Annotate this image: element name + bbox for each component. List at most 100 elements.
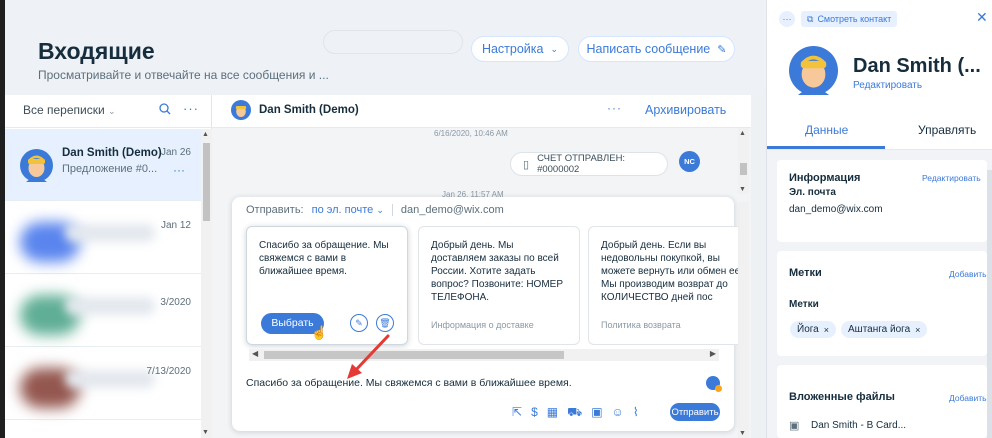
message-composer: Отправить: по эл. почте ⌄ dan_demo@wix.c… <box>232 197 738 431</box>
avatar <box>231 100 251 120</box>
message-timestamp: 6/16/2020, 10:46 AM <box>434 129 508 138</box>
share-icon[interactable]: ⇱ <box>512 405 522 421</box>
add-file-link[interactable]: Добавить <box>949 393 987 403</box>
panel-scrollbar[interactable] <box>987 170 992 438</box>
page-header: Входящие Просматривайте и отвечайте на в… <box>5 0 765 95</box>
conversation-preview: Предложение #0... <box>62 163 158 175</box>
quick-reply-card[interactable]: Спасибо за обращение. Мы свяжемся с вами… <box>246 226 408 345</box>
edit-icon: ✎ <box>717 43 727 56</box>
image-file-icon: ▣ <box>789 420 800 432</box>
scroll-down-arrow[interactable]: ▼ <box>739 186 746 193</box>
scroll-left-arrow[interactable]: ◀ <box>252 349 258 358</box>
emoji-icon[interactable]: ☺ <box>612 405 624 421</box>
more-options-icon[interactable]: ··· <box>173 163 185 177</box>
delete-icon[interactable]: 🗑 <box>376 314 394 332</box>
more-options-icon[interactable]: ··· <box>607 101 622 115</box>
edit-contact-link[interactable]: Редактировать <box>853 80 922 91</box>
send-button[interactable]: Отправить <box>670 403 720 421</box>
blurred-text <box>65 297 155 315</box>
cards-scrollbar[interactable]: ◀ ▶ <box>249 349 719 361</box>
message-input[interactable]: Спасибо за обращение. Мы свяжемся с вами… <box>246 377 572 389</box>
payment-icon[interactable]: $ <box>531 405 538 421</box>
conversation-filter[interactable]: Все переписки ⌄ <box>23 103 116 117</box>
divider <box>391 204 393 216</box>
contact-panel: ··· ⧉ Смотреть контакт ✕ Dan Smith (... … <box>766 0 992 438</box>
sender-avatar: NC <box>679 151 700 172</box>
edit-icon[interactable]: ✎ <box>350 314 368 332</box>
channel-select[interactable]: по эл. почте ⌄ <box>312 204 384 216</box>
tags-label: Метки <box>789 299 819 310</box>
edit-info-link[interactable]: Редактировать <box>922 173 981 183</box>
page-subtitle: Просматривайте и отвечайте на все сообще… <box>38 68 329 82</box>
email-label: Эл. почта <box>789 187 836 198</box>
composer-toolbar: ⇱ $ ▦ ⛟ ▣ ☺ ⌇ <box>512 405 639 421</box>
quick-reply-text: Добрый день. Мы доставляем заказы по все… <box>431 240 563 303</box>
compose-message-button[interactable]: Написать сообщение ✎ <box>578 36 735 62</box>
system-message: ▯ СЧЕТ ОТПРАВЛЕН: #0000002 <box>510 152 668 176</box>
quick-reply-card[interactable]: Добрый день. Если вы недовольны покупкой… <box>588 226 738 345</box>
chat-header: Dan Smith (Demo) ··· Архивировать <box>212 95 751 128</box>
conversation-item[interactable]: Jan 12 <box>5 202 201 274</box>
conversation-item[interactable]: 7/13/2020 <box>5 348 201 420</box>
chevron-down-icon: ⌄ <box>108 106 116 116</box>
chevron-down-icon: ⌄ <box>550 43 559 54</box>
view-contact-button[interactable]: ⧉ Смотреть контакт <box>801 11 898 27</box>
decorative-shape <box>323 30 463 54</box>
conversation-date: 3/2020 <box>160 297 191 308</box>
quick-reply-text: Спасибо за обращение. Мы свяжемся с вами… <box>259 240 389 277</box>
scroll-thumb[interactable] <box>740 163 747 175</box>
conversation-date: Jan 12 <box>160 220 191 231</box>
conversation-toolbar: Все переписки ⌄ ··· <box>5 95 212 128</box>
remove-icon[interactable]: × <box>915 325 920 335</box>
settings-label: Настройка <box>481 42 544 56</box>
chat-scrollbar[interactable]: ▲ ▼ <box>738 128 749 194</box>
scroll-up-arrow[interactable]: ▲ <box>739 130 746 137</box>
conversation-item[interactable]: Dan Smith (Demo) Предложение #0... Jan 2… <box>5 129 201 201</box>
conversation-date: Jan 26 <box>160 147 191 158</box>
chevron-down-icon: ⌄ <box>376 205 384 215</box>
tab-data[interactable]: Данные <box>805 123 848 137</box>
inbox-app: Входящие Просматривайте и отвечайте на в… <box>0 0 992 438</box>
quick-reply-card[interactable]: Добрый день. Мы доставляем заказы по все… <box>418 226 580 345</box>
calendar-icon[interactable]: ▦ <box>547 405 558 421</box>
contact-name: Dan Smith (... <box>853 55 981 77</box>
file-name[interactable]: Dan Smith - B Card... <box>811 420 906 431</box>
scroll-thumb[interactable] <box>203 143 210 221</box>
scroll-right-arrow[interactable]: ▶ <box>710 349 716 358</box>
remove-icon[interactable]: × <box>824 325 829 335</box>
conversation-scrollbar[interactable]: ▲ ▼ <box>201 129 212 438</box>
scroll-up-arrow[interactable]: ▲ <box>202 131 209 138</box>
send-via-label: Отправить: <box>246 204 304 216</box>
scroll-down-arrow[interactable]: ▼ <box>739 430 746 437</box>
blurred-text <box>65 370 155 388</box>
tag-chip[interactable]: Аштанга йога × <box>841 321 928 338</box>
tab-manage[interactable]: Управлять <box>918 123 976 137</box>
quick-reply-title: Политика возврата <box>601 320 681 330</box>
scroll-down-arrow[interactable]: ▼ <box>202 429 209 436</box>
settings-button[interactable]: Настройка ⌄ <box>471 36 569 62</box>
scroll-thumb[interactable] <box>264 351 564 359</box>
cursor-hand-icon: ☝ <box>311 325 328 340</box>
tag-chip[interactable]: Йога × <box>790 321 837 338</box>
archive-button[interactable]: Архивировать <box>645 103 726 117</box>
files-section: Вложенные файлы Добавить ▣ Dan Smith - B… <box>777 365 987 438</box>
conversation-date: 7/13/2020 <box>146 366 192 377</box>
page-title: Входящие <box>38 38 155 64</box>
attachment-icon[interactable]: ⌇ <box>633 405 639 421</box>
search-icon[interactable] <box>159 103 171 118</box>
info-section: Информация Редактировать Эл. почта dan_d… <box>777 160 987 242</box>
section-title: Информация <box>789 172 861 184</box>
close-icon[interactable]: ✕ <box>976 9 988 26</box>
page-scrollbar[interactable]: ▼ <box>738 202 749 438</box>
add-tag-link[interactable]: Добавить <box>949 269 987 279</box>
email-value: dan_demo@wix.com <box>789 204 883 215</box>
more-options-icon[interactable]: ··· <box>183 101 199 116</box>
tags-section: Метки Добавить Метки <box>777 251 987 356</box>
conversation-list: Все переписки ⌄ ··· Dan Smith (Demo) Пре… <box>5 95 212 438</box>
quick-reply-title: Информация о доставке <box>431 320 534 330</box>
conversation-item[interactable]: 3/2020 <box>5 275 201 347</box>
image-icon[interactable]: ▣ <box>591 405 602 421</box>
more-options-icon[interactable]: ··· <box>779 11 795 27</box>
avatar <box>20 149 53 182</box>
cart-icon[interactable]: ⛟ <box>567 405 582 421</box>
